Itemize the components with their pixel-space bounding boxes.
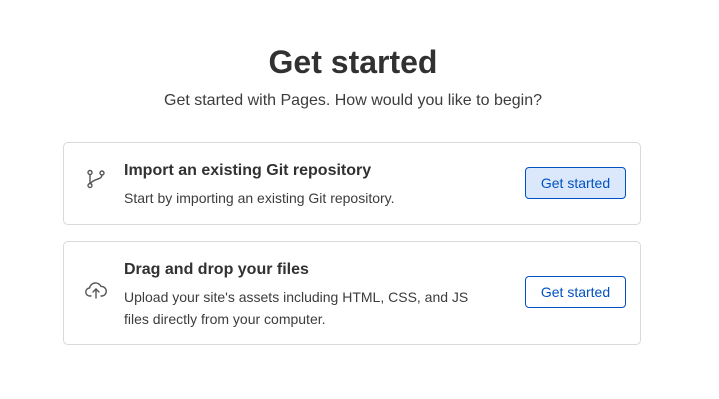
import-git-option-card: Import an existing Git repository Start … (63, 142, 641, 225)
import-git-get-started-button[interactable]: Get started (525, 167, 626, 199)
page-subtitle: Get started with Pages. How would you li… (164, 92, 542, 109)
upload-files-option-card: Drag and drop your files Upload your sit… (63, 241, 641, 345)
import-git-description: Start by importing an existing Git repos… (124, 190, 395, 206)
upload-files-get-started-button[interactable]: Get started (525, 276, 626, 308)
page-title: Get started (268, 44, 438, 80)
upload-files-title: Drag and drop your files (124, 261, 309, 278)
upload-files-description: Upload your site's assets including HTML… (124, 289, 469, 327)
git-branch-icon (84, 167, 108, 191)
import-git-title: Import an existing Git repository (124, 162, 372, 179)
cloud-upload-icon (84, 278, 108, 302)
